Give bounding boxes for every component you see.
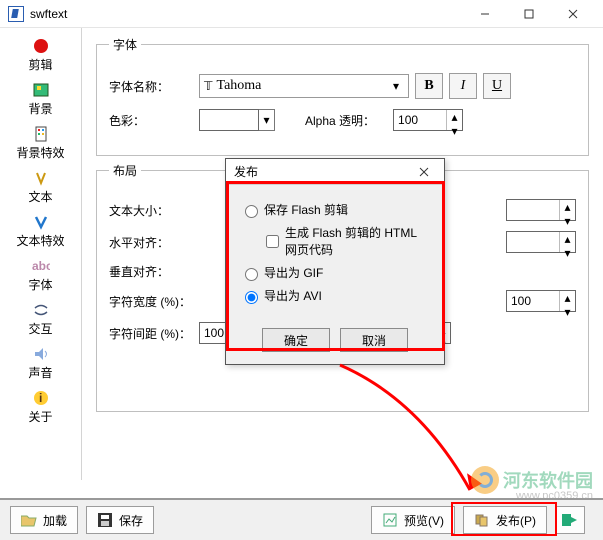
exit-button[interactable]	[555, 506, 585, 534]
sidebar-item-background[interactable]: 背景	[0, 78, 81, 122]
close-button[interactable]	[551, 0, 595, 28]
font-icon: abc	[32, 257, 50, 275]
text-effect-icon	[32, 213, 50, 231]
dialog-titlebar: 发布	[226, 159, 444, 185]
sidebar-item-clip[interactable]: 剪辑	[0, 34, 81, 78]
minimize-button[interactable]	[463, 0, 507, 28]
sidebar-item-text-effect[interactable]: 文本特效	[0, 210, 81, 254]
app-title: swftext	[30, 7, 67, 21]
char-width-input-right[interactable]: 100▴▾	[506, 290, 576, 312]
font-fieldset: 字体 字体名称： 𝕋 Tahoma ▾ B I U 色彩： ▾ Alpha 透明…	[96, 36, 589, 156]
folder-open-icon	[21, 512, 37, 528]
sidebar-item-font[interactable]: abc 字体	[0, 254, 81, 298]
sidebar-item-label: 关于	[0, 408, 81, 425]
bold-button[interactable]: B	[415, 73, 443, 99]
load-button[interactable]: 加载	[10, 506, 78, 534]
spinner-arrows[interactable]: ▴▾	[446, 110, 462, 130]
italic-button[interactable]: I	[449, 73, 477, 99]
exit-icon	[562, 512, 578, 528]
font-glyph-icon: 𝕋	[204, 79, 213, 94]
font-legend: 字体	[109, 36, 141, 53]
sidebar-item-label: 文本	[0, 188, 81, 205]
dialog-ok-button[interactable]: 确定	[262, 328, 330, 352]
sidebar-item-bg-effect[interactable]: 背景特效	[0, 122, 81, 166]
sidebar-item-about[interactable]: i 关于	[0, 386, 81, 430]
valign-label: 垂直对齐：	[109, 263, 199, 280]
titlebar: swftext	[0, 0, 603, 28]
dialog-cancel-button[interactable]: 取消	[340, 328, 408, 352]
svg-text:abc: abc	[32, 259, 50, 273]
color-swatch[interactable]	[199, 109, 259, 131]
sidebar-item-label: 背景	[0, 100, 81, 117]
text-icon	[32, 169, 50, 187]
preview-icon	[382, 512, 398, 528]
char-width-label: 字符宽度 (%)：	[109, 293, 199, 310]
radio-save-flash[interactable]: 保存 Flash 剪辑	[240, 201, 430, 218]
layout-legend: 布局	[109, 162, 141, 179]
sidebar-item-label: 交互	[0, 320, 81, 337]
sound-icon	[32, 345, 50, 363]
publish-button[interactable]: 发布(P)	[463, 506, 547, 534]
text-size-input-right[interactable]: ▴▾	[506, 199, 576, 221]
sidebar-item-interact[interactable]: 交互	[0, 298, 81, 342]
color-label: 色彩：	[109, 112, 199, 129]
alpha-value: 100	[394, 113, 446, 127]
checkbox-gen-html[interactable]: 生成 Flash 剪辑的 HTML 网页代码	[262, 224, 430, 258]
chevron-down-icon: ▾	[388, 79, 404, 93]
halign-label: 水平对齐：	[109, 234, 199, 251]
font-family-value: Tahoma	[217, 78, 389, 94]
char-spacing-label: 字符间距 (%)：	[109, 325, 199, 342]
alpha-input[interactable]: 100 ▴▾	[393, 109, 463, 131]
sidebar-item-label: 背景特效	[0, 144, 81, 161]
halign-input-right[interactable]: ▴▾	[506, 231, 576, 253]
preview-button[interactable]: 预览(V)	[371, 506, 455, 534]
watermark-logo-icon	[471, 466, 499, 494]
font-family-select[interactable]: 𝕋 Tahoma ▾	[199, 74, 409, 98]
watermark: 河东软件园 www.pc0359.cn	[471, 466, 593, 494]
sidebar-item-sound[interactable]: 声音	[0, 342, 81, 386]
publish-icon	[474, 512, 490, 528]
font-name-label: 字体名称：	[109, 78, 199, 95]
publish-dialog: 发布 保存 Flash 剪辑 生成 Flash 剪辑的 HTML 网页代码 导出…	[225, 158, 445, 365]
app-icon	[8, 6, 24, 22]
floppy-icon	[97, 512, 113, 528]
sidebar-item-label: 字体	[0, 276, 81, 293]
maximize-button[interactable]	[507, 0, 551, 28]
sidebar: 剪辑 背景 背景特效 文本 文本特效 abc 字体 交互 声音	[0, 28, 82, 480]
text-size-label: 文本大小：	[109, 202, 199, 219]
save-button[interactable]: 保存	[86, 506, 154, 534]
dialog-title: 发布	[234, 163, 258, 180]
interact-icon	[32, 301, 50, 319]
dialog-close-button[interactable]	[412, 160, 436, 184]
color-dropdown-button[interactable]: ▾	[259, 109, 275, 131]
radio-export-avi[interactable]: 导出为 AVI	[240, 287, 430, 304]
about-icon: i	[32, 389, 50, 407]
underline-button[interactable]: U	[483, 73, 511, 99]
sidebar-item-text[interactable]: 文本	[0, 166, 81, 210]
radio-export-gif[interactable]: 导出为 GIF	[240, 264, 430, 281]
background-icon	[32, 81, 50, 99]
alpha-label: Alpha 透明：	[305, 112, 375, 129]
svg-text:i: i	[39, 391, 42, 405]
sidebar-item-label: 剪辑	[0, 56, 81, 73]
bottombar: 加载 保存 预览(V) 发布(P)	[0, 498, 603, 540]
sidebar-item-label: 文本特效	[0, 232, 81, 249]
clip-icon	[32, 37, 50, 55]
sidebar-item-label: 声音	[0, 364, 81, 381]
bg-effect-icon	[32, 125, 50, 143]
